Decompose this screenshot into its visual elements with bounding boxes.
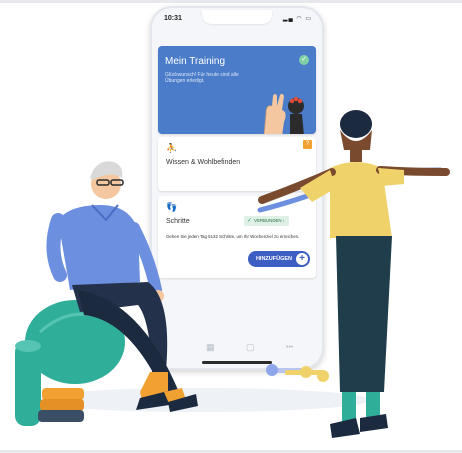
people-illustration <box>15 110 450 438</box>
illustration-scene: 10:31 ▂▄ ◠ ▭ Mein Training Glückwunsch! … <box>0 0 462 453</box>
